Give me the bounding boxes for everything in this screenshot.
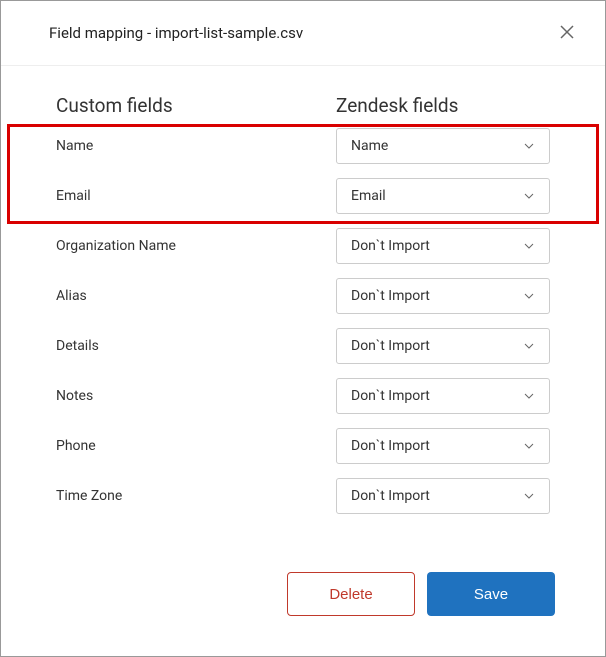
- mapping-row-notes: Notes Don`t Import: [1, 371, 605, 421]
- select-email[interactable]: Email: [336, 178, 550, 214]
- row-label: Name: [56, 138, 336, 154]
- mapping-row-time-zone: Time Zone Don`t Import: [1, 471, 605, 521]
- close-button[interactable]: [553, 19, 581, 47]
- select-value: Name: [351, 138, 388, 154]
- save-button[interactable]: Save: [427, 572, 555, 616]
- select-organization-name[interactable]: Don`t Import: [336, 228, 550, 264]
- chevron-down-icon: [523, 240, 535, 252]
- chevron-down-icon: [523, 440, 535, 452]
- select-value: Don`t Import: [351, 388, 430, 404]
- row-label: Notes: [56, 388, 336, 404]
- select-alias[interactable]: Don`t Import: [336, 278, 550, 314]
- select-value: Email: [351, 188, 386, 204]
- mapping-rows: Name Name Email Email Organi: [1, 121, 605, 521]
- dialog-footer: Delete Save: [1, 552, 605, 656]
- columns-header: Custom fields Zendesk fields: [1, 94, 605, 121]
- zendesk-fields-header: Zendesk fields: [336, 94, 458, 117]
- delete-button[interactable]: Delete: [287, 572, 415, 616]
- chevron-down-icon: [523, 290, 535, 302]
- row-label: Email: [56, 188, 336, 204]
- chevron-down-icon: [523, 140, 535, 152]
- custom-fields-header: Custom fields: [56, 94, 336, 117]
- select-name[interactable]: Name: [336, 128, 550, 164]
- row-label: Time Zone: [56, 488, 336, 504]
- mapping-row-email: Email Email: [1, 171, 605, 221]
- row-label: Organization Name: [56, 238, 336, 254]
- mapping-row-organization-name: Organization Name Don`t Import: [1, 221, 605, 271]
- chevron-down-icon: [523, 390, 535, 402]
- mapping-row-alias: Alias Don`t Import: [1, 271, 605, 321]
- select-value: Don`t Import: [351, 288, 430, 304]
- close-icon: [560, 25, 574, 42]
- row-label: Details: [56, 338, 336, 354]
- chevron-down-icon: [523, 340, 535, 352]
- chevron-down-icon: [523, 490, 535, 502]
- dialog-header: Field mapping - import-list-sample.csv: [1, 1, 605, 66]
- select-phone[interactable]: Don`t Import: [336, 428, 550, 464]
- select-details[interactable]: Don`t Import: [336, 328, 550, 364]
- dialog-title: Field mapping - import-list-sample.csv: [49, 24, 303, 42]
- mapping-row-details: Details Don`t Import: [1, 321, 605, 371]
- select-value: Don`t Import: [351, 488, 430, 504]
- select-value: Don`t Import: [351, 238, 430, 254]
- chevron-down-icon: [523, 190, 535, 202]
- select-value: Don`t Import: [351, 438, 430, 454]
- select-notes[interactable]: Don`t Import: [336, 378, 550, 414]
- dialog-content: Custom fields Zendesk fields Name Name E…: [1, 66, 605, 552]
- select-value: Don`t Import: [351, 338, 430, 354]
- field-mapping-dialog: Field mapping - import-list-sample.csv C…: [1, 1, 605, 656]
- row-label: Alias: [56, 288, 336, 304]
- mapping-row-name: Name Name: [1, 121, 605, 171]
- mapping-row-phone: Phone Don`t Import: [1, 421, 605, 471]
- select-time-zone[interactable]: Don`t Import: [336, 478, 550, 514]
- row-label: Phone: [56, 438, 336, 454]
